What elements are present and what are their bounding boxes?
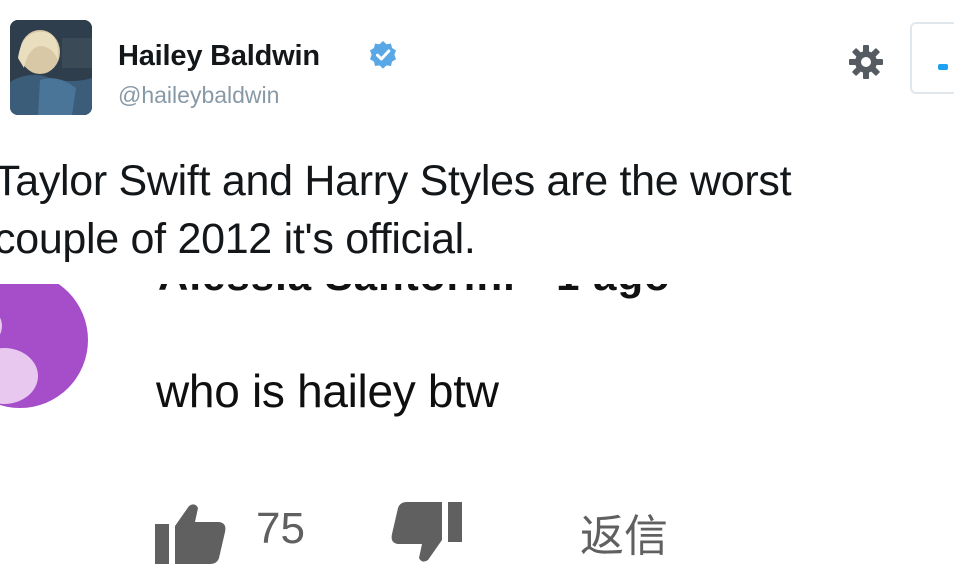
avatar-icon[interactable] — [0, 284, 88, 408]
tweet-author-avatar[interactable] — [10, 20, 92, 115]
reply-button[interactable]: 返信 — [580, 500, 668, 564]
tweet-display-name[interactable]: Hailey Baldwin — [118, 40, 320, 73]
follow-icon — [938, 64, 948, 70]
screenshot-collage: Hailey Baldwin @haileybaldwin Taylor Swi… — [0, 0, 954, 564]
avatar-photo-icon — [10, 20, 92, 115]
verified-badge-icon — [370, 41, 396, 69]
comment-author-name[interactable]: Alessia Santorini · 1 ago — [158, 284, 671, 300]
thumbs-down-icon[interactable] — [390, 502, 462, 564]
comment-text: who is hailey btw — [156, 365, 499, 417]
comment-card: Alessia Santorini · 1 ago who is hailey … — [0, 284, 954, 564]
follow-button[interactable] — [910, 22, 954, 94]
gear-icon[interactable] — [846, 42, 886, 82]
like-count: 75 — [256, 504, 305, 553]
tweet-text: Taylor Swift and Harry Styles are the wo… — [0, 157, 792, 263]
thumbs-up-icon[interactable] — [155, 502, 227, 564]
tweet-handle[interactable]: @haileybaldwin — [118, 82, 279, 109]
